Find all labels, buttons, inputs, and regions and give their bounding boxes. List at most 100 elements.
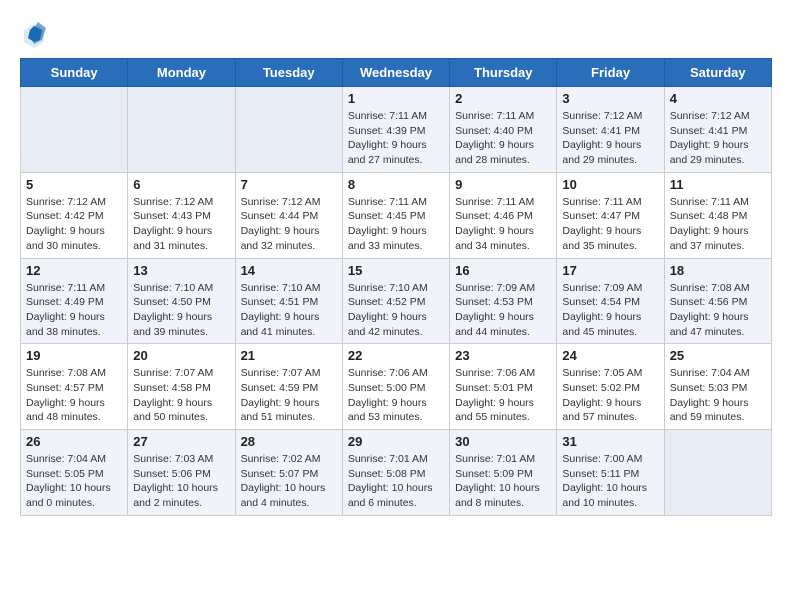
calendar-day-cell: 22 Sunrise: 7:06 AM Sunset: 5:00 PM Dayli…	[342, 344, 449, 430]
calendar-day-cell: 28 Sunrise: 7:02 AM Sunset: 5:07 PM Dayli…	[235, 430, 342, 516]
calendar-week-row: 1 Sunrise: 7:11 AM Sunset: 4:39 PM Daylig…	[21, 87, 772, 173]
generalblue-logo-icon	[20, 20, 48, 48]
calendar-day-cell	[235, 87, 342, 173]
day-info: Sunrise: 7:11 AM Sunset: 4:49 PM Dayligh…	[26, 281, 122, 340]
day-info: Sunrise: 7:12 AM Sunset: 4:41 PM Dayligh…	[670, 109, 766, 168]
day-info: Sunrise: 7:11 AM Sunset: 4:47 PM Dayligh…	[562, 195, 658, 254]
calendar-day-cell: 6Sunrise: 7:12 AM Sunset: 4:43 PM Daylig…	[128, 172, 235, 258]
day-number: 25	[670, 348, 766, 363]
calendar-day-cell: 5 Sunrise: 7:12 AM Sunset: 4:42 PM Daylig…	[21, 172, 128, 258]
day-number: 27	[133, 434, 229, 449]
calendar-day-cell: 8Sunrise: 7:11 AM Sunset: 4:45 PM Daylig…	[342, 172, 449, 258]
day-number: 8	[348, 177, 444, 192]
weekday-header-cell: Tuesday	[235, 59, 342, 87]
weekday-header-cell: Monday	[128, 59, 235, 87]
calendar-day-cell: 18 Sunrise: 7:08 AM Sunset: 4:56 PM Dayli…	[664, 258, 771, 344]
calendar-day-cell: 15 Sunrise: 7:10 AM Sunset: 4:52 PM Dayli…	[342, 258, 449, 344]
calendar-day-cell: 7Sunrise: 7:12 AM Sunset: 4:44 PM Daylig…	[235, 172, 342, 258]
day-info: Sunrise: 7:04 AM Sunset: 5:05 PM Dayligh…	[26, 452, 122, 511]
weekday-header-row: SundayMondayTuesdayWednesdayThursdayFrid…	[21, 59, 772, 87]
calendar-day-cell: 19 Sunrise: 7:08 AM Sunset: 4:57 PM Dayli…	[21, 344, 128, 430]
weekday-header-cell: Wednesday	[342, 59, 449, 87]
day-number: 11	[670, 177, 766, 192]
day-info: Sunrise: 7:07 AM Sunset: 4:59 PM Dayligh…	[241, 366, 337, 425]
calendar-day-cell: 27Sunrise: 7:03 AM Sunset: 5:06 PM Dayli…	[128, 430, 235, 516]
day-info: Sunrise: 7:01 AM Sunset: 5:08 PM Dayligh…	[348, 452, 444, 511]
calendar-day-cell: 13 Sunrise: 7:10 AM Sunset: 4:50 PM Dayli…	[128, 258, 235, 344]
calendar-day-cell: 17Sunrise: 7:09 AM Sunset: 4:54 PM Dayli…	[557, 258, 664, 344]
day-number: 13	[133, 263, 229, 278]
calendar-day-cell: 12 Sunrise: 7:11 AM Sunset: 4:49 PM Dayli…	[21, 258, 128, 344]
day-number: 21	[241, 348, 337, 363]
day-number: 30	[455, 434, 551, 449]
calendar-day-cell: 4Sunrise: 7:12 AM Sunset: 4:41 PM Daylig…	[664, 87, 771, 173]
calendar-week-row: 26 Sunrise: 7:04 AM Sunset: 5:05 PM Dayli…	[21, 430, 772, 516]
day-number: 28	[241, 434, 337, 449]
day-info: Sunrise: 7:09 AM Sunset: 4:54 PM Dayligh…	[562, 281, 658, 340]
calendar-day-cell: 1 Sunrise: 7:11 AM Sunset: 4:39 PM Daylig…	[342, 87, 449, 173]
calendar-day-cell	[128, 87, 235, 173]
day-number: 23	[455, 348, 551, 363]
day-number: 5	[26, 177, 122, 192]
calendar-week-row: 5 Sunrise: 7:12 AM Sunset: 4:42 PM Daylig…	[21, 172, 772, 258]
weekday-header-cell: Saturday	[664, 59, 771, 87]
day-info: Sunrise: 7:12 AM Sunset: 4:43 PM Dayligh…	[133, 195, 229, 254]
day-number: 1	[348, 91, 444, 106]
day-info: Sunrise: 7:00 AM Sunset: 5:11 PM Dayligh…	[562, 452, 658, 511]
weekday-header-cell: Sunday	[21, 59, 128, 87]
calendar-day-cell: 30 Sunrise: 7:01 AM Sunset: 5:09 PM Dayli…	[450, 430, 557, 516]
calendar-body: 1 Sunrise: 7:11 AM Sunset: 4:39 PM Daylig…	[21, 87, 772, 516]
day-info: Sunrise: 7:12 AM Sunset: 4:44 PM Dayligh…	[241, 195, 337, 254]
weekday-header-cell: Friday	[557, 59, 664, 87]
day-info: Sunrise: 7:04 AM Sunset: 5:03 PM Dayligh…	[670, 366, 766, 425]
calendar-day-cell	[664, 430, 771, 516]
day-number: 26	[26, 434, 122, 449]
calendar-week-row: 12 Sunrise: 7:11 AM Sunset: 4:49 PM Dayli…	[21, 258, 772, 344]
day-number: 18	[670, 263, 766, 278]
day-number: 19	[26, 348, 122, 363]
day-info: Sunrise: 7:07 AM Sunset: 4:58 PM Dayligh…	[133, 366, 229, 425]
day-info: Sunrise: 7:08 AM Sunset: 4:56 PM Dayligh…	[670, 281, 766, 340]
calendar-week-row: 19 Sunrise: 7:08 AM Sunset: 4:57 PM Dayli…	[21, 344, 772, 430]
day-info: Sunrise: 7:09 AM Sunset: 4:53 PM Dayligh…	[455, 281, 551, 340]
day-number: 10	[562, 177, 658, 192]
day-number: 15	[348, 263, 444, 278]
day-number: 31	[562, 434, 658, 449]
day-info: Sunrise: 7:11 AM Sunset: 4:40 PM Dayligh…	[455, 109, 551, 168]
calendar-day-cell: 14 Sunrise: 7:10 AM Sunset: 4:51 PM Dayli…	[235, 258, 342, 344]
calendar-day-cell: 24Sunrise: 7:05 AM Sunset: 5:02 PM Dayli…	[557, 344, 664, 430]
day-number: 12	[26, 263, 122, 278]
calendar-day-cell: 29 Sunrise: 7:01 AM Sunset: 5:08 PM Dayli…	[342, 430, 449, 516]
calendar-day-cell: 31 Sunrise: 7:00 AM Sunset: 5:11 PM Dayli…	[557, 430, 664, 516]
header	[20, 20, 772, 48]
calendar-day-cell: 10 Sunrise: 7:11 AM Sunset: 4:47 PM Dayli…	[557, 172, 664, 258]
day-number: 22	[348, 348, 444, 363]
day-info: Sunrise: 7:11 AM Sunset: 4:48 PM Dayligh…	[670, 195, 766, 254]
day-number: 2	[455, 91, 551, 106]
day-info: Sunrise: 7:06 AM Sunset: 5:01 PM Dayligh…	[455, 366, 551, 425]
calendar-day-cell: 16 Sunrise: 7:09 AM Sunset: 4:53 PM Dayli…	[450, 258, 557, 344]
calendar-day-cell: 21 Sunrise: 7:07 AM Sunset: 4:59 PM Dayli…	[235, 344, 342, 430]
day-number: 20	[133, 348, 229, 363]
day-info: Sunrise: 7:12 AM Sunset: 4:42 PM Dayligh…	[26, 195, 122, 254]
day-info: Sunrise: 7:11 AM Sunset: 4:39 PM Dayligh…	[348, 109, 444, 168]
calendar-day-cell	[21, 87, 128, 173]
logo	[20, 20, 52, 48]
day-info: Sunrise: 7:11 AM Sunset: 4:46 PM Dayligh…	[455, 195, 551, 254]
day-info: Sunrise: 7:10 AM Sunset: 4:52 PM Dayligh…	[348, 281, 444, 340]
day-info: Sunrise: 7:01 AM Sunset: 5:09 PM Dayligh…	[455, 452, 551, 511]
calendar-day-cell: 20 Sunrise: 7:07 AM Sunset: 4:58 PM Dayli…	[128, 344, 235, 430]
day-info: Sunrise: 7:08 AM Sunset: 4:57 PM Dayligh…	[26, 366, 122, 425]
day-number: 16	[455, 263, 551, 278]
calendar-day-cell: 3Sunrise: 7:12 AM Sunset: 4:41 PM Daylig…	[557, 87, 664, 173]
calendar: SundayMondayTuesdayWednesdayThursdayFrid…	[20, 58, 772, 516]
calendar-day-cell: 25 Sunrise: 7:04 AM Sunset: 5:03 PM Dayli…	[664, 344, 771, 430]
day-info: Sunrise: 7:10 AM Sunset: 4:50 PM Dayligh…	[133, 281, 229, 340]
calendar-day-cell: 11 Sunrise: 7:11 AM Sunset: 4:48 PM Dayli…	[664, 172, 771, 258]
day-number: 3	[562, 91, 658, 106]
day-info: Sunrise: 7:06 AM Sunset: 5:00 PM Dayligh…	[348, 366, 444, 425]
day-number: 29	[348, 434, 444, 449]
day-info: Sunrise: 7:10 AM Sunset: 4:51 PM Dayligh…	[241, 281, 337, 340]
day-info: Sunrise: 7:02 AM Sunset: 5:07 PM Dayligh…	[241, 452, 337, 511]
day-number: 14	[241, 263, 337, 278]
